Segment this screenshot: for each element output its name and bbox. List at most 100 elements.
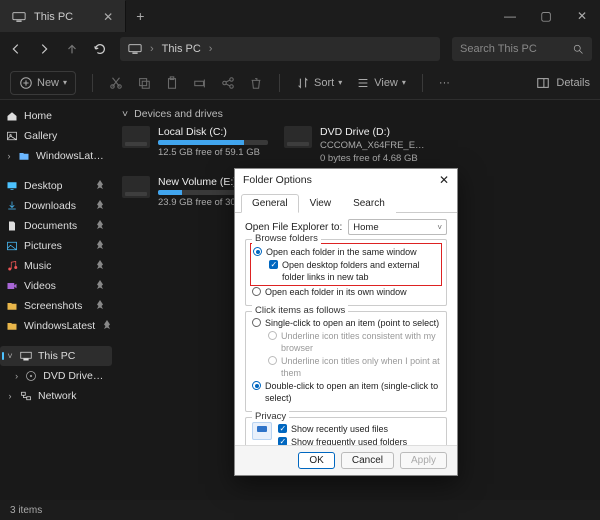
details-button[interactable]: Details [556, 77, 590, 89]
view-icon [356, 76, 370, 90]
tab-general[interactable]: General [241, 194, 299, 213]
new-tab-button[interactable]: + [126, 8, 154, 24]
status-bar: 3 items [0, 500, 600, 520]
breadcrumb-this-pc[interactable]: This PC [162, 43, 201, 55]
chevron-down-icon: ▾ [63, 78, 67, 87]
pin-icon [94, 220, 106, 232]
radio-underline-point: Underline icon titles only when I point … [268, 355, 440, 379]
dialog-body: Open File Explorer to: Home ˅ Browse fol… [235, 213, 457, 445]
pin-icon [94, 240, 106, 252]
tab-search[interactable]: Search [342, 194, 396, 213]
back-button[interactable] [8, 41, 24, 57]
sidebar-item-videos[interactable]: Videos [0, 276, 112, 296]
radio-underline-browser: Underline icon titles consistent with my… [268, 330, 440, 354]
up-button[interactable] [64, 41, 80, 57]
forward-button[interactable] [36, 41, 52, 57]
radio-icon [252, 287, 261, 296]
dialog-close-button[interactable]: ✕ [439, 173, 449, 187]
rename-icon[interactable] [193, 76, 207, 90]
drive-icon [122, 126, 150, 148]
view-button[interactable]: View ▾ [356, 76, 406, 90]
drive-icon [122, 176, 150, 198]
highlight-box: Open each folder in the same window Open… [250, 243, 442, 286]
drive-item[interactable]: DVD Drive (D:) CCCOMA_X64FRE_EN-US_DV9 0… [284, 126, 434, 164]
privacy-group: Privacy Show recently used files Show fr… [245, 417, 447, 445]
check-frequent-folders[interactable]: Show frequently used folders [278, 436, 440, 445]
sidebar-item-windowslatest-pe[interactable]: ›WindowsLatest - Pe [0, 146, 112, 166]
radio-single-click[interactable]: Single-click to open an item (point to s… [252, 317, 440, 329]
radio-icon [268, 331, 277, 340]
radio-own-window[interactable]: Open each folder in its own window [252, 286, 440, 298]
privacy-icon [252, 422, 272, 440]
sidebar-item-desktop[interactable]: Desktop [0, 176, 112, 196]
separator [279, 74, 280, 92]
nav-bar: › This PC › Search This PC [0, 32, 600, 66]
dvd-icon [284, 126, 312, 148]
tab-close-icon[interactable]: ✕ [103, 10, 113, 24]
drive-usage-bar [158, 140, 268, 145]
tab-view[interactable]: View [299, 194, 343, 213]
drive-free-text: 12.5 GB free of 59.1 GB [158, 147, 268, 158]
check-new-tab[interactable]: Open desktop folders and external folder… [269, 259, 439, 283]
privacy-legend: Privacy [252, 411, 289, 422]
browse-legend: Browse folders [252, 233, 321, 244]
close-button[interactable]: ✕ [564, 9, 600, 23]
sort-icon [296, 76, 310, 90]
chevron-down-icon: ˅ [6, 351, 14, 361]
sidebar-item-this-pc[interactable]: ˅This PC [0, 346, 112, 366]
toolbar: New ▾ Sort ▾ View ▾ ··· Details [0, 66, 600, 100]
pin-icon [94, 280, 106, 292]
maximize-button[interactable]: ▢ [528, 9, 564, 23]
check-recent-files[interactable]: Show recently used files [278, 423, 440, 435]
sidebar-item-documents[interactable]: Documents [0, 216, 112, 236]
pc-icon [12, 11, 26, 23]
pin-icon [94, 300, 106, 312]
new-button[interactable]: New ▾ [10, 71, 76, 95]
sidebar-item-home[interactable]: Home [0, 106, 112, 126]
apply-button[interactable]: Apply [400, 452, 447, 469]
drive-label: DVD Drive (D:) [320, 126, 430, 138]
open-explorer-select[interactable]: Home ˅ [348, 219, 447, 235]
radio-same-window[interactable]: Open each folder in the same window [253, 246, 439, 258]
click-items-group: Click items as follows Single-click to o… [245, 311, 447, 412]
refresh-button[interactable] [92, 41, 108, 57]
sidebar-item-music[interactable]: Music [0, 256, 112, 276]
ok-button[interactable]: OK [298, 452, 334, 469]
group-header-devices[interactable]: ˅ Devices and drives [122, 104, 590, 124]
paste-icon[interactable] [165, 76, 179, 90]
sort-button[interactable]: Sort ▾ [296, 76, 342, 90]
radio-double-click[interactable]: Double-click to open an item (single-cli… [252, 380, 440, 404]
radio-icon [252, 381, 261, 390]
folder-options-dialog: Folder Options ✕ General View Search Ope… [234, 168, 458, 476]
sidebar-item-pictures[interactable]: Pictures [0, 236, 112, 256]
sidebar-item-screenshots[interactable]: Screenshots [0, 296, 112, 316]
radio-icon [253, 247, 262, 256]
sidebar-item-dvd[interactable]: ›DVD Drive (D:) CCC [0, 366, 112, 386]
search-icon [572, 43, 584, 55]
minimize-button[interactable]: — [492, 9, 528, 23]
chevron-down-icon: ˅ [122, 108, 128, 120]
radio-icon [252, 318, 261, 327]
address-bar[interactable]: › This PC › [120, 37, 440, 61]
share-icon[interactable] [221, 76, 235, 90]
checkbox-icon [278, 424, 287, 433]
sidebar-item-network[interactable]: ›Network [0, 386, 112, 406]
drive-item[interactable]: Local Disk (C:) 12.5 GB free of 59.1 GB [122, 126, 272, 164]
cancel-button[interactable]: Cancel [341, 452, 394, 469]
sidebar-item-gallery[interactable]: Gallery [0, 126, 112, 146]
cut-icon[interactable] [109, 76, 123, 90]
browse-folders-group: Browse folders Open each folder in the s… [245, 239, 447, 306]
chevron-right-icon: › [14, 371, 19, 381]
details-pane-icon[interactable] [536, 76, 550, 90]
open-explorer-label: Open File Explorer to: [245, 222, 342, 233]
dialog-tabs: General View Search [235, 193, 457, 213]
tab-this-pc[interactable]: This PC ✕ [0, 0, 126, 32]
drive-free-text: 0 bytes free of 4.68 GB [320, 153, 430, 164]
sidebar-item-windowslatest[interactable]: WindowsLatest [0, 316, 112, 336]
more-button[interactable]: ··· [439, 77, 450, 89]
copy-icon[interactable] [137, 76, 151, 90]
search-input[interactable]: Search This PC [452, 37, 592, 61]
delete-icon[interactable] [249, 76, 263, 90]
titlebar: This PC ✕ + — ▢ ✕ [0, 0, 600, 32]
sidebar-item-downloads[interactable]: Downloads [0, 196, 112, 216]
